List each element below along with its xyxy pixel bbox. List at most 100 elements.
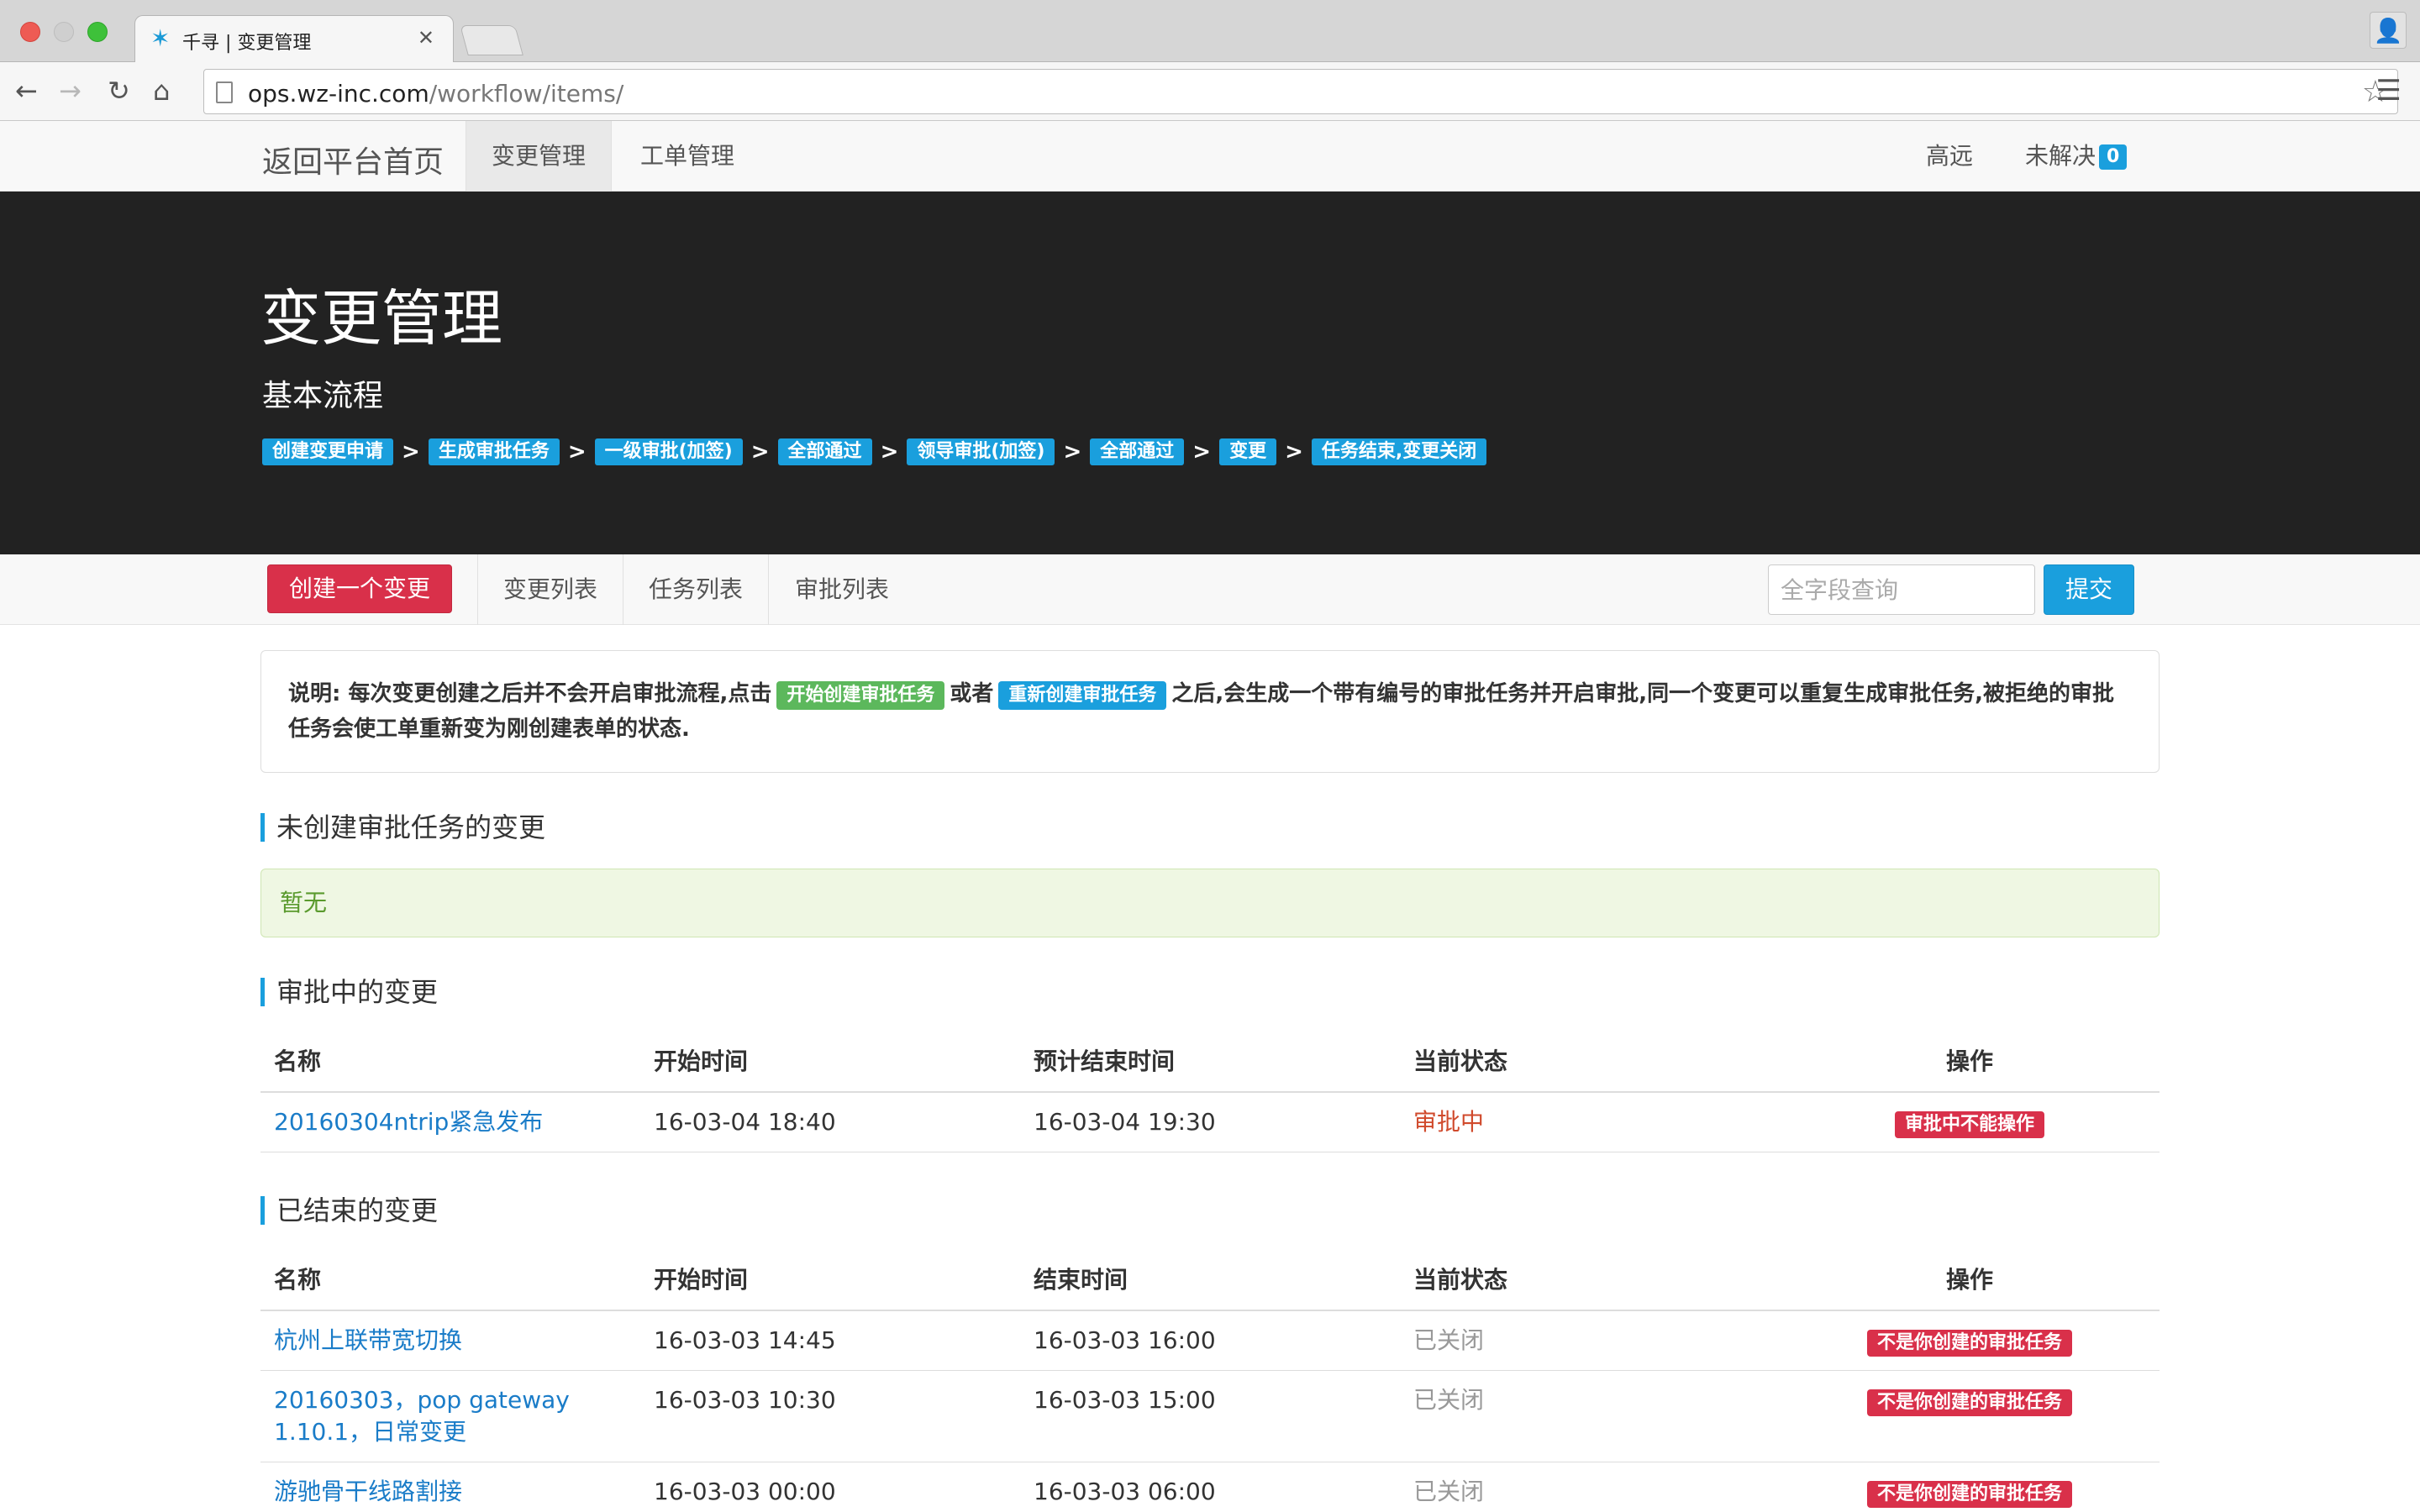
label-recreate-approval-task: 重新创建审批任务	[998, 681, 1167, 710]
table-row: 20160304ntrip紧急发布 16-03-04 18:40 16-03-0…	[260, 1092, 2160, 1152]
status-text: 已关闭	[1413, 1326, 1485, 1354]
window-close-button[interactable]	[20, 22, 40, 42]
status-text: 审批中	[1413, 1108, 1485, 1136]
change-name-link[interactable]: 20160304ntrip紧急发布	[274, 1108, 543, 1136]
flow-arrow: >	[402, 439, 420, 465]
page-icon	[216, 81, 233, 103]
star-favicon-icon: ✶	[150, 24, 171, 52]
tab-change-list[interactable]: 变更列表	[477, 554, 624, 625]
flow-step: 领导审批(加签)	[907, 438, 1055, 465]
browser-toolbar: ← → ↻ ⌂ ops.wz-inc.com/workflow/items/ ☆…	[0, 62, 2420, 121]
search-input[interactable]	[1768, 564, 2035, 615]
browser-menu-icon[interactable]: ☰	[2376, 74, 2402, 108]
flow-arrow: >	[567, 439, 587, 465]
submit-button[interactable]: 提交	[2044, 564, 2134, 615]
address-bar[interactable]: ops.wz-inc.com/workflow/items/ ☆	[203, 69, 2398, 114]
empty-alert: 暂无	[260, 869, 2160, 937]
end-time: 16-03-03 15:00	[1020, 1370, 1400, 1462]
hero-banner: 变更管理 基本流程 创建变更申请 > 生成审批任务 > 一级审批(加签) > 全…	[0, 192, 2420, 554]
status-text: 已关闭	[1413, 1386, 1485, 1414]
nav-unresolved-link[interactable]: 未解决 0	[2025, 121, 2128, 192]
column-header: 预计结束时间	[1020, 1028, 1400, 1093]
nav-item-change-management[interactable]: 变更管理	[466, 121, 613, 192]
start-time: 16-03-03 10:30	[640, 1370, 1020, 1462]
process-flow: 创建变更申请 > 生成审批任务 > 一级审批(加签) > 全部通过 > 领导审批…	[262, 438, 1487, 465]
change-name-link[interactable]: 游驰骨干线路割接	[274, 1478, 462, 1505]
unresolved-count-badge: 0	[2099, 144, 2128, 170]
flow-step: 生成审批任务	[428, 438, 560, 465]
tab-close-icon[interactable]: ✕	[418, 26, 434, 50]
column-header: 当前状态	[1400, 1247, 1780, 1311]
finished-changes-table: 名称 开始时间 结束时间 当前状态 操作 杭州上联带宽切换 16-03-03 1…	[260, 1247, 2160, 1512]
start-time: 16-03-04 18:40	[640, 1092, 1020, 1152]
action-badge: 不是你创建的审批任务	[1866, 1481, 2072, 1508]
flow-arrow: >	[750, 439, 770, 465]
action-badge: 不是你创建的审批任务	[1866, 1330, 2072, 1357]
table-header-row: 名称 开始时间 预计结束时间 当前状态 操作	[260, 1028, 2160, 1093]
table-row: 20160303，pop gateway 1.10.1，日常变更 16-03-0…	[260, 1370, 2160, 1462]
page-subtitle: 基本流程	[262, 379, 384, 413]
label-start-approval-task: 开始创建审批任务	[776, 681, 945, 710]
end-time: 16-03-03 06:00	[1020, 1462, 1400, 1512]
unresolved-label: 未解决	[2025, 142, 2096, 170]
column-header: 开始时间	[640, 1028, 1020, 1093]
flow-step: 创建变更申请	[262, 438, 394, 465]
url-text: ops.wz-inc.com/workflow/items/	[248, 80, 623, 108]
new-tab-button[interactable]	[460, 25, 523, 55]
url-path: /workflow/items/	[429, 80, 624, 108]
action-badge: 不是你创建的审批任务	[1866, 1389, 2072, 1416]
nav-item-ticket-management[interactable]: 工单管理	[615, 121, 760, 192]
home-icon[interactable]: ⌂	[153, 74, 170, 108]
flow-arrow: >	[880, 439, 899, 465]
create-change-button[interactable]: 创建一个变更	[267, 564, 452, 613]
notice-text: 或者	[950, 681, 994, 706]
tab-task-list[interactable]: 任务列表	[623, 554, 770, 625]
notice-text: 说明: 每次变更创建之后并不会开启审批流程,点击	[288, 681, 772, 706]
window-zoom-button[interactable]	[87, 22, 108, 42]
change-name-link[interactable]: 杭州上联带宽切换	[274, 1326, 462, 1354]
flow-arrow: >	[1192, 439, 1212, 465]
tab-title: 千寻 | 变更管理	[182, 33, 312, 54]
window-minimize-button[interactable]	[54, 22, 74, 42]
flow-step: 任务结束,变更关闭	[1311, 438, 1487, 465]
column-header: 当前状态	[1400, 1028, 1780, 1093]
flow-step: 全部通过	[777, 438, 872, 465]
column-header: 结束时间	[1020, 1247, 1400, 1311]
start-time: 16-03-03 00:00	[640, 1462, 1020, 1512]
section-title-finished: 已结束的变更	[260, 1196, 438, 1225]
column-header: 开始时间	[640, 1247, 1020, 1311]
forward-arrow-icon[interactable]: →	[59, 74, 82, 108]
flow-arrow: >	[1285, 439, 1303, 465]
change-name-link[interactable]: 20160303，pop gateway 1.10.1，日常变更	[274, 1386, 570, 1446]
action-badge: 审批中不能操作	[1894, 1111, 2044, 1138]
table-header-row: 名称 开始时间 结束时间 当前状态 操作	[260, 1247, 2160, 1311]
section-title-uncreated: 未创建审批任务的变更	[260, 813, 545, 842]
pending-changes-table: 名称 开始时间 预计结束时间 当前状态 操作 20160304ntrip紧急发布…	[260, 1028, 2160, 1152]
browser-tab[interactable]: ✶ 千寻 | 变更管理 ✕	[134, 15, 454, 62]
reload-icon[interactable]: ↻	[108, 74, 130, 108]
tab-approval-list[interactable]: 审批列表	[770, 554, 914, 625]
column-header: 操作	[1780, 1028, 2160, 1093]
browser-tab-bar: ✶ 千寻 | 变更管理 ✕ 👤	[0, 0, 2420, 62]
site-navbar: 返回平台首页 变更管理 工单管理 高远 未解决 0	[0, 121, 2420, 192]
column-header: 名称	[260, 1028, 640, 1093]
page-title: 变更管理	[260, 283, 503, 354]
flow-step: 一级审批(加签)	[594, 438, 743, 465]
column-header: 操作	[1780, 1247, 2160, 1311]
notice-panel: 说明: 每次变更创建之后并不会开启审批流程,点击 开始创建审批任务 或者 重新创建审批…	[260, 650, 2160, 773]
flow-step: 变更	[1219, 438, 1277, 465]
column-header: 名称	[260, 1247, 640, 1311]
end-time: 16-03-04 19:30	[1020, 1092, 1400, 1152]
table-row: 杭州上联带宽切换 16-03-03 14:45 16-03-03 16:00 已…	[260, 1310, 2160, 1371]
profile-icon[interactable]: 👤	[2370, 12, 2407, 49]
table-row: 游驰骨干线路割接 16-03-03 00:00 16-03-03 06:00 已…	[260, 1462, 2160, 1512]
flow-step: 全部通过	[1090, 438, 1185, 465]
end-time: 16-03-03 16:00	[1020, 1310, 1400, 1371]
back-arrow-icon[interactable]: ←	[15, 74, 38, 108]
sub-navbar: 创建一个变更 变更列表 任务列表 审批列表 提交	[0, 554, 2420, 625]
nav-user-name[interactable]: 高远	[1926, 121, 1973, 192]
flow-arrow: >	[1063, 439, 1082, 465]
section-title-pending: 审批中的变更	[260, 978, 438, 1006]
start-time: 16-03-03 14:45	[640, 1310, 1020, 1371]
brand-home-link[interactable]: 返回平台首页	[262, 138, 444, 181]
